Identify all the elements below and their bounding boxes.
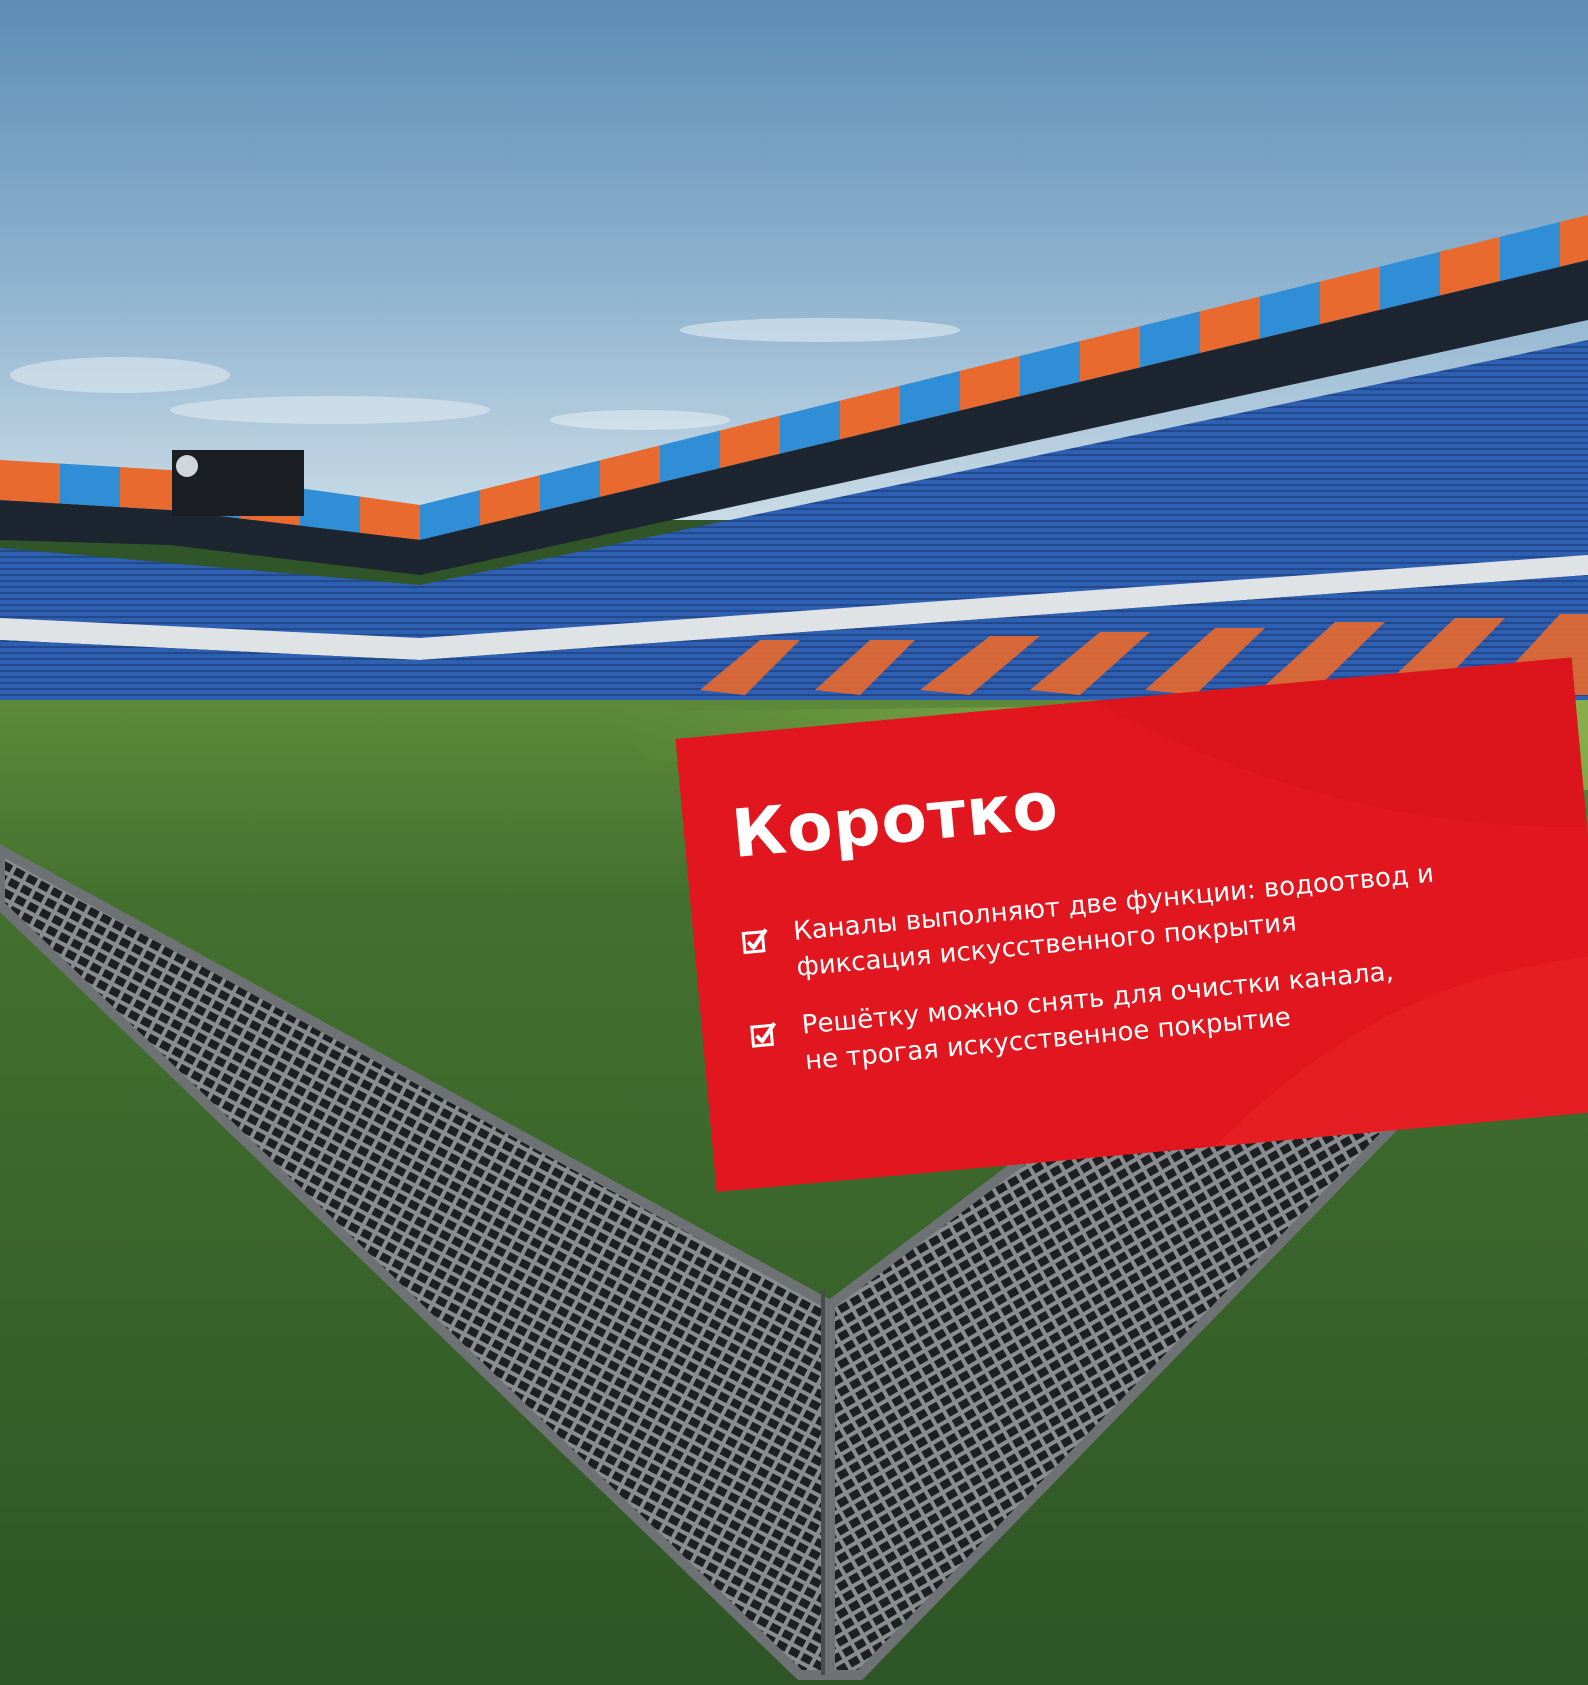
summary-card-wrap: Коротко Каналы выполняют две функции: во… <box>675 657 1588 1193</box>
checkbox-checked-icon <box>741 928 768 955</box>
checkbox-checked-icon <box>750 1021 777 1048</box>
summary-card: Коротко Каналы выполняют две функции: во… <box>675 657 1588 1193</box>
